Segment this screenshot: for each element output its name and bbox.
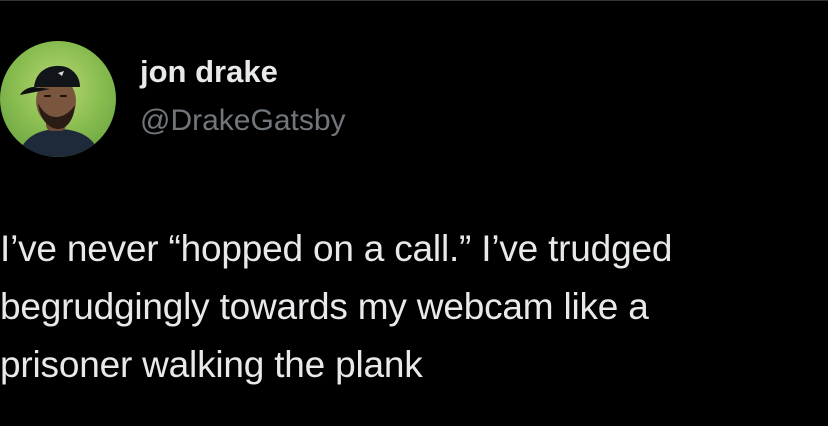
author-handle[interactable]: @DrakeGatsby bbox=[140, 104, 346, 138]
profile-photo-icon bbox=[18, 65, 100, 157]
tweet-line: I’ve never “hopped on a call.” I’ve trud… bbox=[0, 228, 673, 269]
top-divider bbox=[0, 0, 828, 1]
tweet-line: begrudgingly towards my webcam like a bbox=[0, 286, 649, 327]
author-display-name[interactable]: jon drake bbox=[140, 54, 278, 90]
tweet-line: prisoner walking the plank bbox=[0, 344, 423, 385]
tweet-text: I’ve never “hopped on a call.” I’ve trud… bbox=[0, 220, 826, 394]
avatar[interactable] bbox=[0, 41, 116, 157]
